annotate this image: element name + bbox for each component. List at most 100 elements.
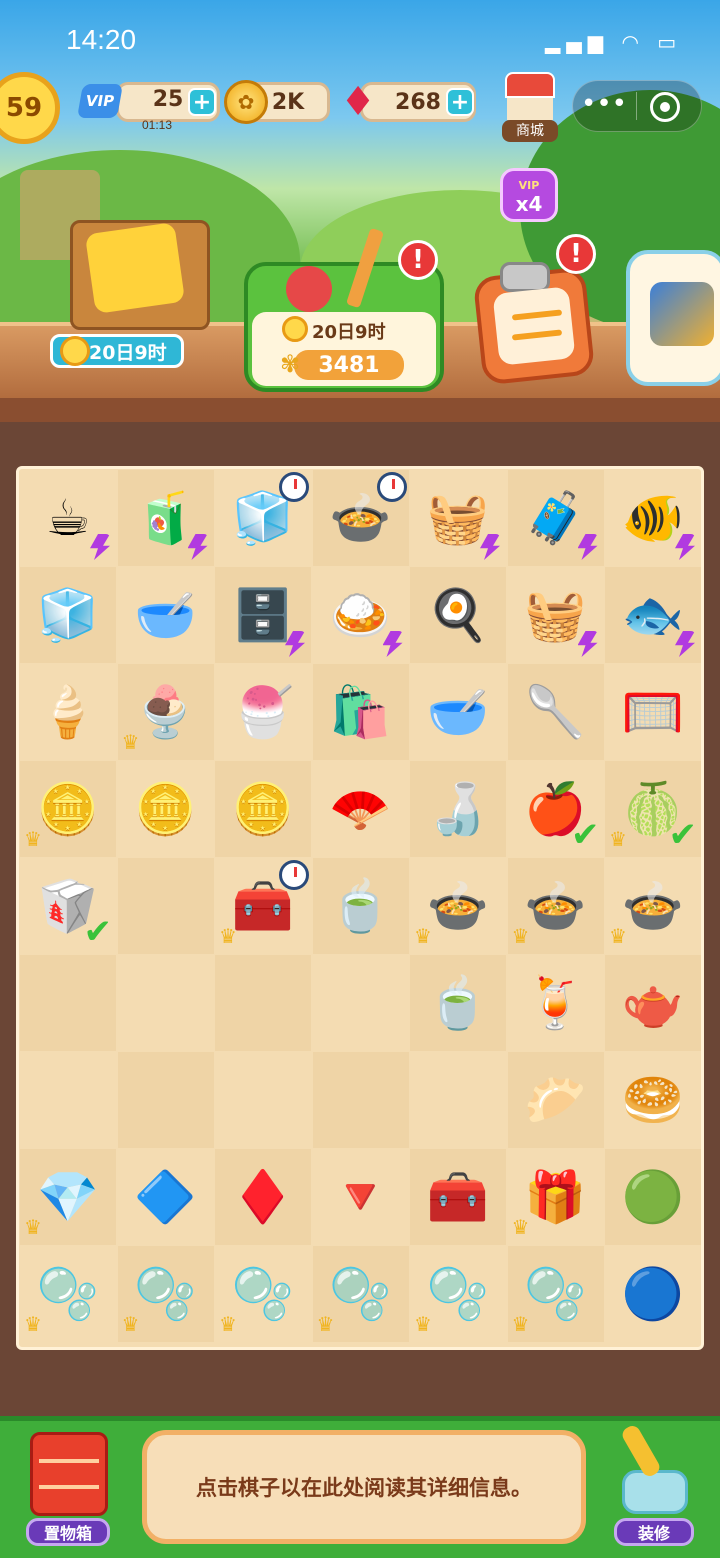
merge-item-icon[interactable]: 🪙	[130, 773, 202, 845]
board-cell[interactable]: 🧊	[20, 567, 116, 663]
merge-item-icon[interactable]: 🍲	[617, 870, 689, 942]
merge-item-icon[interactable]: 🎁	[520, 1161, 592, 1233]
board-cell[interactable]: 🟢	[605, 1149, 701, 1245]
board-cell[interactable]: 🔷	[118, 1149, 214, 1245]
shop-button[interactable]: 商城	[498, 72, 562, 142]
board-cell[interactable]: 🪙	[215, 761, 311, 857]
board-cell[interactable]: 🥣	[118, 567, 214, 663]
merge-item-icon[interactable]: 🪙	[227, 773, 299, 845]
board-cell[interactable]	[20, 1052, 116, 1148]
board-cell[interactable]: 🥣	[410, 664, 506, 760]
merge-item-icon[interactable]: 🔵	[617, 1258, 689, 1330]
merge-item-icon[interactable]: 🪙	[32, 773, 104, 845]
board-cell[interactable]	[117, 1052, 214, 1148]
board-cell[interactable]: 🍨 ♛	[117, 664, 214, 760]
board-cell[interactable]	[410, 1052, 506, 1148]
board-cell[interactable]: 🍹	[508, 955, 604, 1051]
add-energy-button[interactable]: +	[188, 88, 216, 116]
merge-item-icon[interactable]: 🫧	[227, 1258, 299, 1330]
merge-item-icon[interactable]: 🍶	[422, 773, 494, 845]
merge-item-icon[interactable]: 🥅	[617, 676, 689, 748]
board-cell[interactable]: 🫧 ♛	[507, 1246, 604, 1342]
decorate-button[interactable]	[612, 1428, 702, 1520]
merge-item-icon[interactable]: 🥯	[617, 1064, 689, 1136]
board-cell[interactable]: 🍲 ♛	[410, 858, 506, 954]
merge-item-icon[interactable]: 🍵	[325, 870, 397, 942]
add-gems-button[interactable]: +	[446, 88, 474, 116]
merge-item-icon[interactable]: 🟢	[617, 1161, 689, 1233]
storage-box-button[interactable]	[18, 1428, 114, 1524]
board-cell[interactable]	[215, 955, 311, 1051]
merge-item-icon[interactable]: 💎	[32, 1161, 104, 1233]
board-cell[interactable]	[117, 858, 214, 954]
merge-item-icon[interactable]: 🫧	[130, 1258, 202, 1330]
merge-item-icon[interactable]: 🍵	[422, 967, 494, 1039]
board-cell[interactable]: 🪭	[313, 761, 409, 857]
board-cell[interactable]: 🍵	[410, 955, 506, 1051]
merge-item-icon[interactable]: 🍧	[227, 676, 299, 748]
merge-item-icon[interactable]: 🍹	[520, 967, 592, 1039]
board-cell[interactable]: 🍲	[312, 470, 409, 566]
board-cell[interactable]: 🫧 ♛	[312, 1246, 409, 1342]
board-cell[interactable]: 🍲 ♛	[507, 858, 604, 954]
board-cell[interactable]: 🧰	[410, 1149, 506, 1245]
merge-item-icon[interactable]: 🧊	[32, 579, 104, 651]
vip-icon[interactable]: VIP	[77, 84, 123, 118]
board-cell[interactable]: 🧺	[410, 470, 506, 566]
merge-item-icon[interactable]: 🥄	[520, 676, 592, 748]
board-cell[interactable]: ♦️	[215, 1149, 311, 1245]
board-cell[interactable]: 🍳	[410, 567, 506, 663]
board-cell[interactable]: 🍎 ✔	[508, 761, 604, 857]
merge-item-icon[interactable]: 🍲	[422, 870, 494, 942]
board-cell[interactable]: 🐟	[605, 567, 701, 663]
board-cell[interactable]: 🥟	[507, 1052, 604, 1148]
merge-item-icon[interactable]: 🫧	[32, 1258, 104, 1330]
board-cell[interactable]: 🫧 ♛	[117, 1246, 214, 1342]
merge-item-icon[interactable]: 🥣	[422, 676, 494, 748]
board-cell[interactable]: 🍧	[215, 664, 311, 760]
board-cell[interactable]: 🍲 ♛	[605, 858, 701, 954]
vip-boost-button[interactable]: VIP x4	[500, 168, 558, 222]
board-cell[interactable]: 🍛	[313, 567, 409, 663]
close-target-icon[interactable]	[650, 92, 680, 122]
board-cell[interactable]: 🛍️	[312, 664, 409, 760]
merge-item-icon[interactable]: 🫖	[617, 967, 689, 1039]
board-cell[interactable]: 🔻	[313, 1149, 409, 1245]
board-cell[interactable]: 🫧 ♛	[410, 1246, 506, 1342]
board-cell[interactable]: 🧳	[507, 470, 604, 566]
board-cell[interactable]: 🥡 ✔	[20, 858, 116, 954]
merge-item-icon[interactable]: 🛍️	[325, 676, 397, 748]
merge-item-icon[interactable]: 🔻	[325, 1161, 397, 1233]
board-cell[interactable]: 🍦	[20, 664, 116, 760]
board-cell[interactable]: 🫖	[605, 955, 701, 1051]
board-cell[interactable]: 🔵	[605, 1246, 701, 1342]
board-cell[interactable]	[313, 955, 409, 1051]
board-cell[interactable]: 🎁 ♛	[508, 1149, 604, 1245]
board-cell[interactable]: 🧺	[508, 567, 604, 663]
merge-item-icon[interactable]: 🪭	[325, 773, 397, 845]
board-cell[interactable]	[215, 1052, 311, 1148]
merge-item-icon[interactable]: 🥟	[520, 1064, 592, 1136]
board-cell[interactable]	[118, 955, 214, 1051]
merge-item-icon[interactable]: 🍲	[520, 870, 592, 942]
board-cell[interactable]	[20, 955, 116, 1051]
board-cell[interactable]: 🥄	[507, 664, 604, 760]
board-cell[interactable]: 🍵	[312, 858, 409, 954]
board-cell[interactable]: 🧃	[117, 470, 214, 566]
board-cell[interactable]: 🍈 ♛ ✔	[605, 761, 701, 857]
merge-item-icon[interactable]: 🫧	[422, 1258, 494, 1330]
merge-item-icon[interactable]: 🫧	[520, 1258, 592, 1330]
merge-item-icon[interactable]: 🥣	[130, 579, 202, 651]
more-menu-button[interactable]: •••	[576, 84, 632, 128]
merge-item-icon[interactable]: 🍦	[32, 676, 104, 748]
merge-item-icon[interactable]: 🫧	[325, 1258, 397, 1330]
merge-item-icon[interactable]: 🧰	[422, 1161, 494, 1233]
merge-item-icon[interactable]: 🍳	[422, 579, 494, 651]
board-cell[interactable]: 🧰 ♛	[215, 858, 311, 954]
board-cell[interactable]: 🍶	[410, 761, 506, 857]
board-cell[interactable]	[312, 1052, 409, 1148]
board-cell[interactable]: 🫧 ♛	[215, 1246, 311, 1342]
board-cell[interactable]: 🪙	[118, 761, 214, 857]
merge-item-icon[interactable]: ♦️	[227, 1161, 299, 1233]
board-cell[interactable]: 💎 ♛	[20, 1149, 116, 1245]
